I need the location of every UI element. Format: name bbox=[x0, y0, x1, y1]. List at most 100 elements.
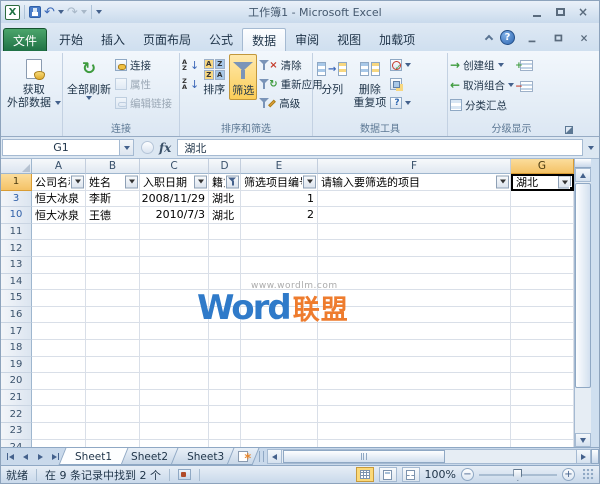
cell-E14[interactable] bbox=[241, 274, 318, 291]
cell-B1[interactable]: 姓名 bbox=[86, 174, 140, 191]
cell-D15[interactable] bbox=[209, 290, 241, 307]
filter-dropdown-icon[interactable] bbox=[125, 175, 138, 188]
cell-B22[interactable] bbox=[86, 406, 140, 423]
row-header-11[interactable]: 11 bbox=[1, 224, 32, 241]
cell-C11[interactable] bbox=[140, 224, 209, 241]
cell-G14[interactable] bbox=[511, 274, 574, 291]
cell-D11[interactable] bbox=[209, 224, 241, 241]
redo-icon[interactable]: ↷ bbox=[67, 6, 78, 19]
cell-E17[interactable] bbox=[241, 323, 318, 340]
column-header-A[interactable]: A bbox=[32, 159, 86, 174]
normal-view-button[interactable] bbox=[356, 467, 374, 482]
fill-handle[interactable] bbox=[569, 186, 574, 191]
cell-A24[interactable] bbox=[32, 440, 86, 448]
cell-G23[interactable] bbox=[511, 423, 574, 440]
cell-B12[interactable] bbox=[86, 240, 140, 257]
tab-scroll-splitter[interactable] bbox=[259, 451, 264, 462]
cell-B20[interactable] bbox=[86, 373, 140, 390]
cell-G16[interactable] bbox=[511, 307, 574, 324]
zoom-in-icon[interactable]: + bbox=[562, 468, 575, 481]
filter-button-active[interactable]: 筛选 bbox=[229, 54, 257, 100]
cell-B15[interactable] bbox=[86, 290, 140, 307]
tab-review[interactable]: 审阅 bbox=[286, 28, 328, 51]
cell-F22[interactable] bbox=[318, 406, 511, 423]
tab-view[interactable]: 视图 bbox=[328, 28, 370, 51]
cell-A16[interactable] bbox=[32, 307, 86, 324]
next-sheet-icon[interactable] bbox=[34, 450, 47, 464]
minimize-button[interactable] bbox=[528, 5, 546, 19]
tab-file[interactable]: 文件 bbox=[3, 28, 47, 51]
cell-E13[interactable] bbox=[241, 257, 318, 274]
cell-B11[interactable] bbox=[86, 224, 140, 241]
cell-G20[interactable] bbox=[511, 373, 574, 390]
row-header-19[interactable]: 19 bbox=[1, 357, 32, 374]
cell-G11[interactable] bbox=[511, 224, 574, 241]
cell-F1[interactable]: 请输入要筛选的项目 bbox=[318, 174, 511, 191]
cell-A19[interactable] bbox=[32, 357, 86, 374]
row-header-24[interactable]: 24 bbox=[1, 440, 32, 448]
cell-F12[interactable] bbox=[318, 240, 511, 257]
cell-E18[interactable] bbox=[241, 340, 318, 357]
cell-C17[interactable] bbox=[140, 323, 209, 340]
cell-E10[interactable]: 2 bbox=[241, 207, 318, 224]
cell-E24[interactable] bbox=[241, 440, 318, 448]
remove-duplicates-button[interactable]: 删除 重复项 bbox=[351, 54, 388, 111]
cell-G18[interactable] bbox=[511, 340, 574, 357]
sort-button[interactable]: AZZA 排序 bbox=[201, 54, 227, 98]
cell-F13[interactable] bbox=[318, 257, 511, 274]
tab-insert[interactable]: 插入 bbox=[92, 28, 134, 51]
horizontal-scrollbar[interactable] bbox=[267, 449, 599, 464]
cell-G17[interactable] bbox=[511, 323, 574, 340]
cell-E21[interactable] bbox=[241, 390, 318, 407]
row-header-12[interactable]: 12 bbox=[1, 240, 32, 257]
cell-F21[interactable] bbox=[318, 390, 511, 407]
cell-G3[interactable] bbox=[511, 191, 574, 208]
cell-C15[interactable] bbox=[140, 290, 209, 307]
page-break-view-button[interactable] bbox=[402, 467, 420, 482]
cell-G21[interactable] bbox=[511, 390, 574, 407]
cell-C1[interactable]: 入职日期 bbox=[140, 174, 209, 191]
cell-A15[interactable] bbox=[32, 290, 86, 307]
cell-D19[interactable] bbox=[209, 357, 241, 374]
cell-G12[interactable] bbox=[511, 240, 574, 257]
cell-C12[interactable] bbox=[140, 240, 209, 257]
row-header-18[interactable]: 18 bbox=[1, 340, 32, 357]
cell-D1[interactable]: 籍贯 bbox=[209, 174, 241, 191]
cell-A23[interactable] bbox=[32, 423, 86, 440]
formula-input[interactable]: 湖北 bbox=[177, 139, 583, 156]
cell-F17[interactable] bbox=[318, 323, 511, 340]
help-icon[interactable]: ? bbox=[500, 30, 515, 45]
cell-A10[interactable]: 恒大冰泉 bbox=[32, 207, 86, 224]
cell-F18[interactable] bbox=[318, 340, 511, 357]
scroll-down-icon[interactable] bbox=[575, 433, 591, 447]
cell-F10[interactable] bbox=[318, 207, 511, 224]
row-header-22[interactable]: 22 bbox=[1, 406, 32, 423]
zoom-slider[interactable] bbox=[479, 468, 557, 481]
get-external-data-button[interactable]: 获取 外部数据 bbox=[5, 54, 63, 111]
cell-D16[interactable] bbox=[209, 307, 241, 324]
cell-F20[interactable] bbox=[318, 373, 511, 390]
filter-dropdown-icon[interactable] bbox=[71, 175, 84, 188]
cell-E1[interactable]: 筛选项目编号 bbox=[241, 174, 318, 191]
scroll-left-icon[interactable] bbox=[267, 449, 282, 464]
insert-function-icon[interactable]: fx bbox=[159, 141, 171, 155]
row-header-15[interactable]: 15 bbox=[1, 290, 32, 307]
cell-F23[interactable] bbox=[318, 423, 511, 440]
row-header-13[interactable]: 13 bbox=[1, 257, 32, 274]
close-button[interactable]: × bbox=[574, 5, 592, 19]
row-header-17[interactable]: 17 bbox=[1, 323, 32, 340]
cell-G15[interactable] bbox=[511, 290, 574, 307]
cell-D20[interactable] bbox=[209, 373, 241, 390]
cell-D24[interactable] bbox=[209, 440, 241, 448]
create-group-button[interactable]: →创建组 bbox=[450, 57, 514, 73]
sort-az-button[interactable]: AZ↓ bbox=[182, 57, 199, 73]
select-all-corner[interactable] bbox=[1, 159, 32, 174]
column-header-C[interactable]: C bbox=[140, 159, 209, 174]
cell-F3[interactable] bbox=[318, 191, 511, 208]
cell-B13[interactable] bbox=[86, 257, 140, 274]
row-header-16[interactable]: 16 bbox=[1, 307, 32, 324]
cell-G19[interactable] bbox=[511, 357, 574, 374]
row-header-14[interactable]: 14 bbox=[1, 274, 32, 291]
cell-B23[interactable] bbox=[86, 423, 140, 440]
split-handle[interactable] bbox=[575, 159, 591, 168]
